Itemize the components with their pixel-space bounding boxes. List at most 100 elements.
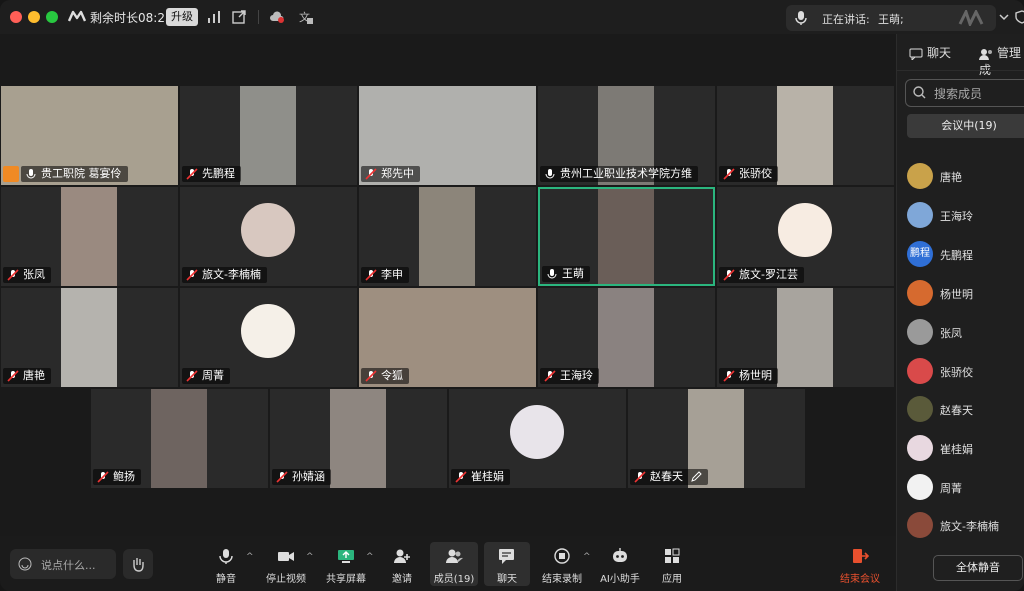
members-panel: 聊天 管理成 搜索成员 会议中(19) 唐艳 王海玲 鹏程 先鹏程 杨世明 张凤 …: [896, 34, 1024, 591]
apps-grid-icon: [665, 548, 680, 563]
chat-button[interactable]: 聊天: [484, 542, 530, 586]
participant-video: [777, 86, 833, 185]
tab-chat[interactable]: 聊天: [909, 44, 951, 61]
chevron-up-icon[interactable]: ^: [306, 552, 314, 562]
meeting-toolbar: 说点什么... 静音 ^ 停止视频 ^ 共享屏幕 ^ 邀请 成员(19) 聊天 …: [0, 536, 896, 591]
shield-icon[interactable]: [1014, 9, 1024, 25]
video-tile[interactable]: 王海玲: [538, 288, 715, 387]
apps-button[interactable]: 应用: [656, 542, 688, 586]
participant-nametag: 唐艳: [3, 368, 51, 384]
video-tile[interactable]: 贵州工业职业技术学院方维: [538, 86, 715, 185]
cloud-record-icon[interactable]: [269, 9, 285, 25]
video-tile[interactable]: 旅文-罗江芸: [717, 187, 894, 286]
participant-nametag: 郑先中: [361, 166, 420, 182]
video-tile[interactable]: 旅文-李楠楠: [180, 187, 357, 286]
list-item[interactable]: 赵春天: [897, 391, 1024, 429]
list-item[interactable]: 崔桂娟: [897, 430, 1024, 468]
video-tile[interactable]: 孙婧涵: [270, 389, 447, 488]
minimize-window-button[interactable]: [28, 11, 40, 23]
avatar: [907, 474, 933, 500]
mic-muted-icon: [186, 269, 198, 281]
close-window-button[interactable]: [10, 11, 22, 23]
raise-hand-button[interactable]: [123, 549, 153, 579]
video-tile[interactable]: 崔桂娟: [449, 389, 626, 488]
upgrade-button[interactable]: 升级: [166, 8, 198, 26]
mic-muted-icon: [365, 168, 377, 180]
edit-icon[interactable]: [690, 471, 702, 482]
app-logo-icon: [68, 10, 86, 22]
chevron-up-icon[interactable]: ^: [583, 552, 591, 562]
microphone-icon: [795, 11, 807, 25]
video-tile[interactable]: 郑先中: [359, 86, 536, 185]
signal-icon[interactable]: [206, 9, 222, 25]
list-item[interactable]: 张骄佼: [897, 353, 1024, 391]
end-meeting-button[interactable]: 结束会议: [836, 542, 884, 586]
video-tile[interactable]: 唐艳: [1, 288, 178, 387]
video-tile[interactable]: 张骄佼: [717, 86, 894, 185]
participant-nametag: 崔桂娟: [451, 469, 510, 485]
list-item[interactable]: 旅文-李楠楠: [897, 507, 1024, 545]
share-screen-icon: [338, 550, 354, 563]
avatar: [907, 319, 933, 345]
chevron-up-icon[interactable]: ^: [246, 552, 254, 562]
mic-muted-icon: [7, 370, 19, 382]
search-placeholder: 搜索成员: [934, 87, 983, 101]
lock-translate-icon[interactable]: 文: [298, 9, 314, 25]
zoom-window-button[interactable]: [46, 11, 58, 23]
participant-nametag: 鲍扬: [93, 469, 141, 485]
mute-button[interactable]: 静音: [208, 542, 244, 586]
avatar: [907, 280, 933, 306]
ai-assistant-icon: [613, 548, 627, 562]
members-button[interactable]: 成员(19): [430, 542, 478, 586]
participant-video: [151, 389, 207, 488]
participant-nametag: 周菁: [182, 368, 230, 384]
microphone-icon: [26, 169, 36, 179]
active-speaker-indicator: 正在讲话: 王萌;: [786, 5, 996, 31]
search-members-input[interactable]: 搜索成员: [905, 79, 1024, 107]
mic-muted-icon: [186, 370, 198, 382]
mic-muted-icon: [365, 370, 377, 382]
avatar: [907, 396, 933, 422]
invite-button[interactable]: 邀请: [384, 542, 420, 586]
video-tile[interactable]: 鲍扬: [91, 389, 268, 488]
video-tile[interactable]: 令狐: [359, 288, 536, 387]
video-tile[interactable]: 李申: [359, 187, 536, 286]
external-link-icon[interactable]: [231, 9, 247, 25]
in-meeting-tab[interactable]: 会议中(19): [907, 114, 1024, 138]
tab-manage-members[interactable]: 管理成: [979, 44, 1024, 78]
participant-nametag: 先鹏程: [182, 166, 241, 182]
avatar: [241, 203, 295, 257]
video-tile[interactable]: 杨世明: [717, 288, 894, 387]
video-tile[interactable]: 张凤: [1, 187, 178, 286]
host-icon: [3, 166, 19, 182]
search-icon: [913, 86, 926, 99]
ai-assistant-button[interactable]: AI小助手: [598, 542, 642, 586]
participant-video: [598, 189, 654, 284]
video-tile-active-speaker[interactable]: 王萌: [538, 187, 715, 286]
participant-video: [419, 187, 475, 286]
microphone-icon: [545, 169, 555, 179]
list-item[interactable]: 鹏程 先鹏程: [897, 236, 1024, 274]
end-recording-button[interactable]: 结束录制: [542, 542, 582, 586]
participant-video: [330, 389, 386, 488]
participant-nametag: 贵州工业职业技术学院方维: [540, 166, 698, 182]
stop-video-button[interactable]: 停止视频: [262, 542, 310, 586]
video-tile[interactable]: 先鹏程: [180, 86, 357, 185]
list-item[interactable]: 唐艳: [897, 158, 1024, 196]
participant-nametag: 旅文-罗江芸: [719, 267, 804, 283]
video-tile[interactable]: 周菁: [180, 288, 357, 387]
chevron-down-icon[interactable]: [996, 9, 1012, 25]
list-item[interactable]: 张凤: [897, 314, 1024, 352]
mic-muted-icon: [723, 370, 735, 382]
quick-chat-input[interactable]: 说点什么...: [10, 549, 116, 579]
video-tile[interactable]: 赵春天: [628, 389, 805, 488]
video-tile[interactable]: 贵工职院 葛宴伶: [1, 86, 178, 185]
chevron-up-icon[interactable]: ^: [366, 552, 374, 562]
mute-all-button[interactable]: 全体静音: [933, 555, 1023, 581]
list-item[interactable]: 周菁: [897, 469, 1024, 507]
avatar: [907, 163, 933, 189]
list-item[interactable]: 王海玲: [897, 197, 1024, 235]
share-screen-button[interactable]: 共享屏幕: [322, 542, 370, 586]
participant-nametag: 孙婧涵: [272, 469, 331, 485]
list-item[interactable]: 杨世明: [897, 275, 1024, 313]
